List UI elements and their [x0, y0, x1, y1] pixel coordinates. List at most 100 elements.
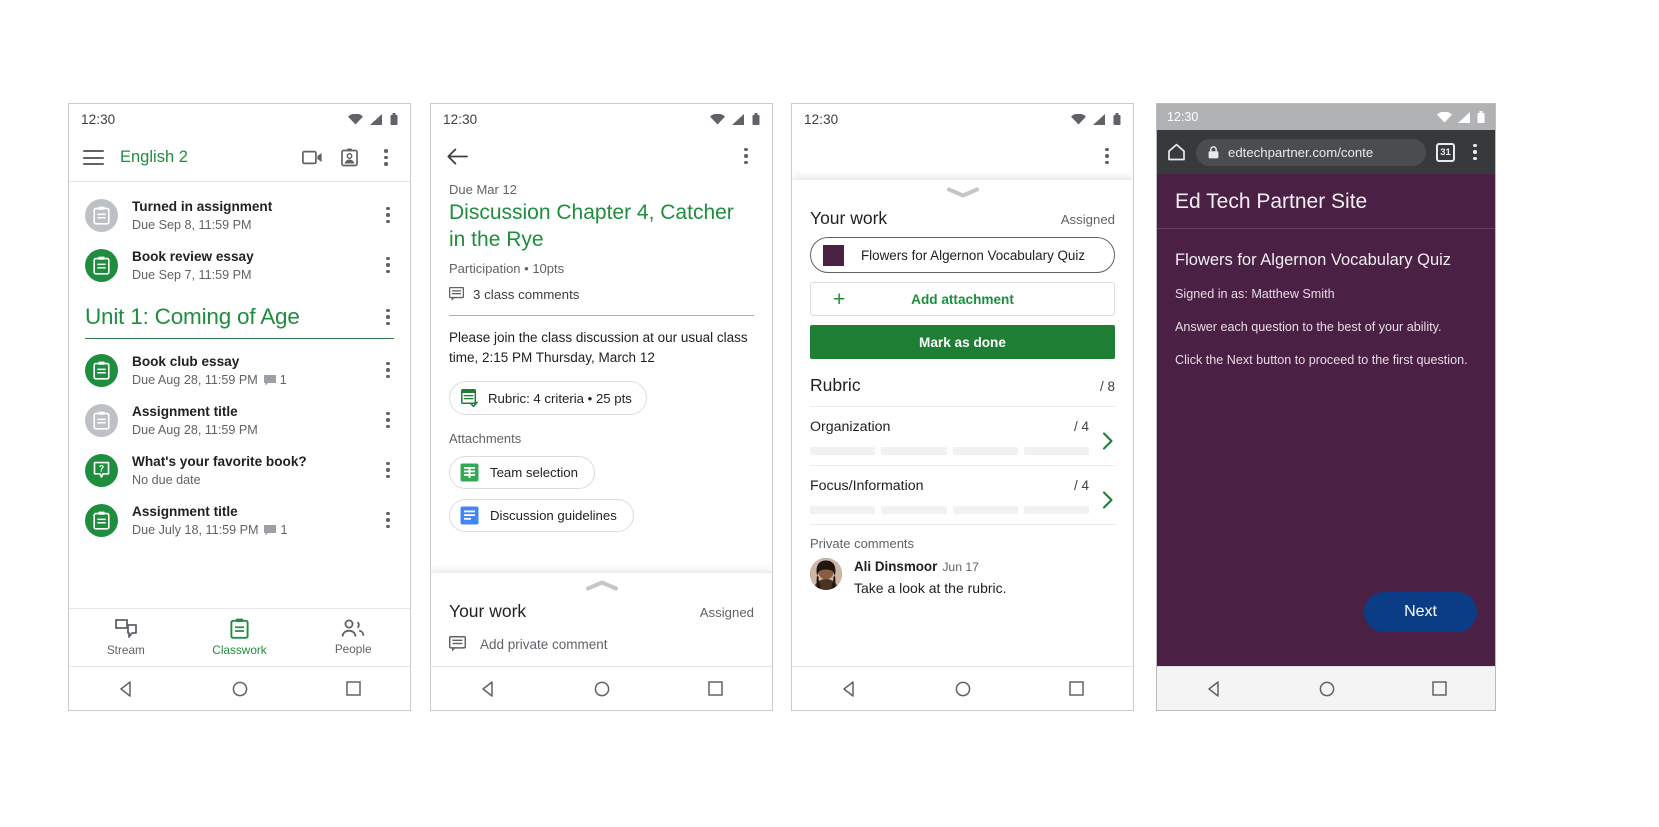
tab-stream[interactable]: Stream [69, 618, 183, 657]
class-comments-row[interactable]: 3 class comments [449, 287, 754, 302]
rubric-header: Rubric / 8 [810, 359, 1115, 406]
question-icon: ? [85, 453, 118, 487]
kebab-menu-icon[interactable] [376, 149, 396, 166]
android-recents-icon[interactable] [1069, 681, 1084, 696]
chevron-right-icon[interactable] [1101, 431, 1115, 456]
android-recents-icon[interactable] [1431, 681, 1447, 696]
comment-date: Jun 17 [942, 560, 979, 574]
android-home-icon[interactable] [955, 681, 971, 697]
assignment-icon [85, 248, 118, 282]
battery-icon [752, 113, 760, 125]
tab-count-button[interactable]: 31 [1436, 142, 1455, 162]
sheet-grabber[interactable] [449, 573, 754, 593]
list-item-title: Assignment title [132, 404, 238, 419]
plus-icon: + [833, 287, 846, 311]
android-recents-icon[interactable] [346, 681, 361, 696]
assignment-icon [85, 353, 118, 387]
assignment-icon [85, 503, 118, 537]
list-item[interactable]: Assignment title Due Aug 28, 11:59 PM [69, 395, 410, 445]
app-bar: English 2 [69, 134, 410, 182]
criterion-points: / 4 [1073, 419, 1089, 434]
android-back-icon[interactable] [118, 680, 134, 697]
next-button[interactable]: Next [1364, 592, 1477, 632]
android-home-icon[interactable] [594, 681, 610, 697]
status-clock: 12:30 [804, 111, 839, 127]
rubric-chip[interactable]: Rubric: 4 criteria • 25 pts [449, 381, 647, 416]
list-item[interactable]: Book review essay Due Sep 7, 11:59 PM [69, 240, 410, 290]
android-back-icon[interactable] [841, 680, 857, 697]
kebab-menu-icon[interactable] [378, 511, 398, 529]
list-item-subtitle: Due July 18, 11:59 PM 1 [132, 523, 288, 537]
android-back-icon[interactable] [1206, 680, 1222, 697]
criterion-header: Focus/Information / 4 [810, 478, 1115, 494]
status-badge: Assigned [699, 605, 754, 620]
quiz-title: Flowers for Algernon Vocabulary Quiz [1175, 251, 1452, 269]
attachment-chip-team-selection[interactable]: Team selection [449, 456, 595, 490]
kebab-menu-icon[interactable] [378, 361, 398, 379]
kebab-menu-icon[interactable] [1465, 143, 1485, 161]
list-item-title: Assignment title [132, 504, 238, 519]
kebab-menu-icon[interactable] [378, 461, 398, 479]
status-bar: 12:30 [792, 104, 1133, 134]
kebab-menu-icon[interactable] [378, 206, 398, 224]
kebab-menu-icon[interactable] [736, 147, 756, 165]
quiz-thumbnail-icon [823, 244, 844, 266]
status-clock: 12:30 [443, 111, 478, 127]
status-icons [1437, 111, 1485, 123]
kebab-menu-icon[interactable] [378, 256, 398, 274]
tab-classwork[interactable]: Classwork [183, 618, 297, 657]
mark-as-done-button[interactable]: Mark as done [810, 325, 1115, 359]
status-clock: 12:30 [81, 111, 116, 127]
assignment-icon [85, 198, 118, 232]
comment-icon [449, 636, 466, 652]
android-home-icon[interactable] [1319, 681, 1335, 697]
list-item-title: Turned in assignment [132, 199, 273, 214]
status-icons [348, 113, 398, 125]
status-icons [1071, 113, 1121, 125]
cell-signal-icon [732, 113, 744, 125]
cell-signal-icon [1458, 111, 1470, 123]
video-camera-icon[interactable] [302, 150, 323, 165]
class-card-icon[interactable] [341, 148, 358, 167]
section-divider [449, 314, 754, 317]
rubric-chip-label: Rubric: 4 criteria • 25 pts [488, 390, 632, 406]
list-item[interactable]: Assignment title Due July 18, 11:59 PM 1 [69, 495, 410, 545]
kebab-menu-icon[interactable] [378, 411, 398, 429]
kebab-menu-icon[interactable] [378, 308, 398, 326]
status-clock: 12:30 [1167, 110, 1199, 124]
add-attachment-button[interactable]: + Add attachment [810, 282, 1115, 316]
list-item[interactable]: Turned in assignment Due Sep 8, 11:59 PM [69, 190, 410, 240]
android-back-icon[interactable] [480, 680, 496, 697]
sheet-header: Your work Assigned [449, 593, 754, 624]
android-recents-icon[interactable] [708, 681, 723, 696]
list-item-subtitle: Due Sep 8, 11:59 PM [132, 218, 252, 232]
back-arrow-icon[interactable] [447, 148, 468, 165]
add-private-comment-label: Add private comment [480, 636, 608, 652]
rubric-criterion-row[interactable]: Organization / 4 [810, 406, 1115, 465]
rubric-heading: Rubric [810, 375, 861, 395]
private-comments-heading: Private comments [810, 524, 1115, 558]
list-item[interactable]: Book club essay Due Aug 28, 11:59 PM 1 [69, 345, 410, 395]
chevron-right-icon[interactable] [1101, 490, 1115, 515]
chevron-up-icon [585, 580, 618, 591]
list-item-text: Assignment title Due July 18, 11:59 PM 1 [132, 503, 378, 537]
hamburger-icon[interactable] [83, 150, 104, 165]
home-icon[interactable] [1167, 143, 1186, 161]
android-home-icon[interactable] [232, 681, 248, 697]
url-bar[interactable]: edtechpartner.com/conte [1196, 138, 1426, 166]
unit-work-list: Book club essay Due Aug 28, 11:59 PM 1 A… [69, 343, 410, 545]
tab-label: Classwork [212, 643, 267, 657]
svg-text:?: ? [99, 463, 105, 473]
assignment-meta: Participation • 10pts [449, 260, 565, 276]
list-item[interactable]: ? What's your favorite book? No due date [69, 445, 410, 495]
add-private-comment-row[interactable]: Add private comment [449, 624, 754, 666]
kebab-menu-icon[interactable] [1097, 147, 1117, 165]
list-item-subtitle: No due date [132, 473, 201, 487]
next-button-label: Next [1404, 603, 1437, 620]
tab-people[interactable]: People [296, 619, 410, 656]
rubric-criterion-row[interactable]: Focus/Information / 4 [810, 465, 1115, 524]
attached-work-chip[interactable]: Flowers for Algernon Vocabulary Quiz [810, 237, 1115, 273]
attachment-chip-discussion-guidelines[interactable]: Discussion guidelines [449, 499, 634, 533]
sheet-grabber[interactable] [810, 180, 1115, 200]
list-item-text: Assignment title Due Aug 28, 11:59 PM [132, 403, 378, 437]
